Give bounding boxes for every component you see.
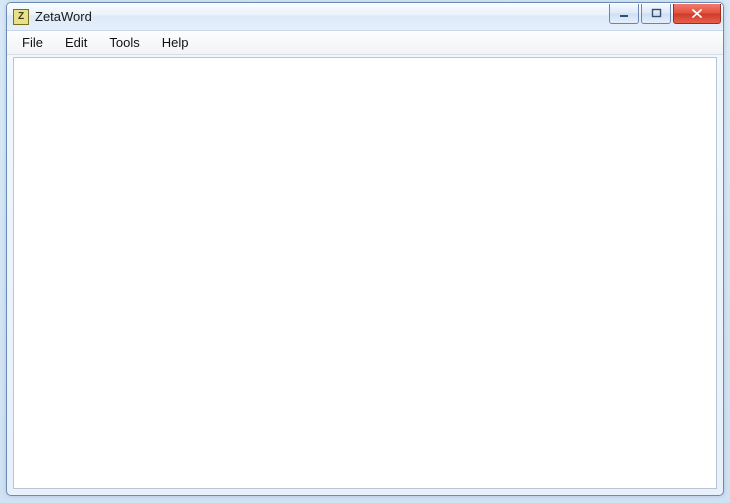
app-icon: Z — [13, 9, 29, 25]
close-button[interactable] — [673, 4, 721, 24]
minimize-icon — [619, 8, 630, 19]
app-window: Z ZetaWord File Edit Tools He — [6, 2, 724, 496]
window-title: ZetaWord — [35, 9, 92, 24]
maximize-icon — [651, 8, 662, 19]
menu-help[interactable]: Help — [151, 31, 200, 54]
maximize-button[interactable] — [641, 4, 671, 24]
menubar: File Edit Tools Help — [7, 31, 723, 55]
menu-edit[interactable]: Edit — [54, 31, 98, 54]
text-editor[interactable] — [13, 57, 717, 489]
client-area — [13, 57, 717, 489]
titlebar[interactable]: Z ZetaWord — [7, 3, 723, 31]
menu-file[interactable]: File — [11, 31, 54, 54]
menu-tools[interactable]: Tools — [98, 31, 150, 54]
window-controls — [607, 4, 721, 24]
minimize-button[interactable] — [609, 4, 639, 24]
close-icon — [691, 8, 703, 19]
